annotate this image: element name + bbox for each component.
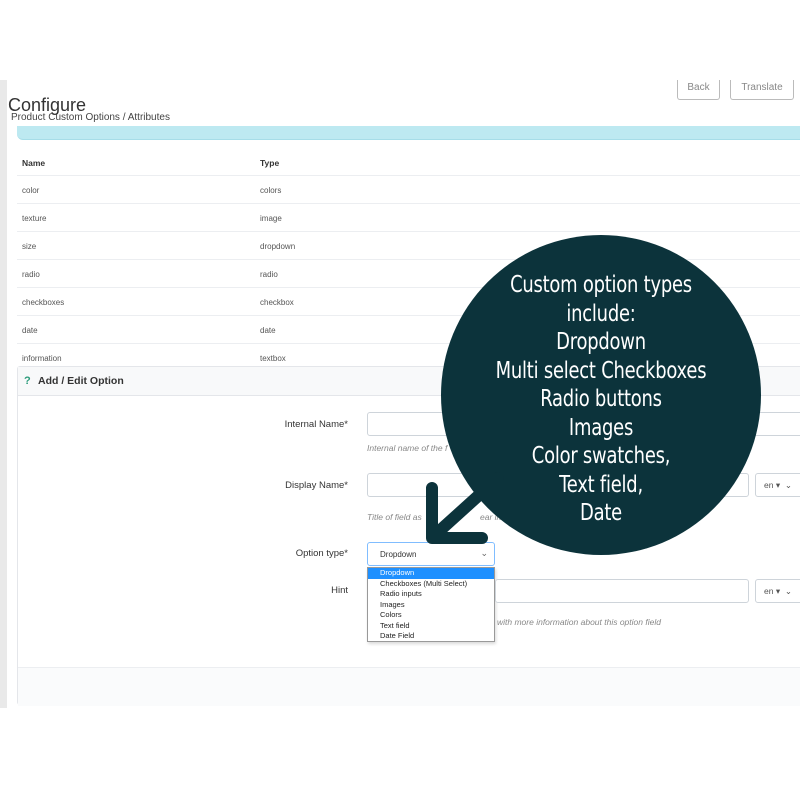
row-type: checkbox (260, 298, 294, 307)
dropdown-option[interactable]: Colors (368, 610, 494, 621)
chevron-down-icon: ▾ ⌄ (773, 480, 792, 490)
callout-line: Radio buttons (540, 386, 662, 412)
dropdown-option[interactable]: Dropdown (368, 568, 494, 579)
option-type-value: Dropdown (380, 550, 417, 559)
table-row[interactable]: color colors (17, 176, 800, 204)
row-name: texture (22, 214, 47, 223)
callout-line: Custom option types (510, 272, 692, 298)
breadcrumb[interactable]: Product Custom Options / Attributes (11, 112, 170, 123)
row-type: radio (260, 270, 278, 279)
left-sidebar-edge (0, 80, 7, 708)
display-name-label: Display Name* (285, 480, 348, 491)
row-type: textbox (260, 354, 286, 363)
dropdown-option[interactable]: Text field (368, 621, 494, 632)
row-name: checkboxes (22, 298, 65, 307)
hint-language-select[interactable]: en ▾ ⌄ (755, 579, 800, 603)
translate-button[interactable]: Translate (730, 80, 794, 100)
hint-input[interactable] (495, 579, 749, 603)
dropdown-option[interactable]: Date Field (368, 631, 494, 642)
dropdown-option[interactable]: Checkboxes (Multi Select) (368, 579, 494, 590)
dropdown-option[interactable]: Radio inputs (368, 589, 494, 600)
internal-name-label: Internal Name* (284, 419, 348, 430)
info-alert-strip (17, 126, 800, 140)
arrow-icon (426, 472, 504, 544)
table-row[interactable]: texture image (17, 204, 800, 232)
panel-footer (18, 667, 800, 706)
dropdown-option[interactable]: Images (368, 600, 494, 611)
column-header-type[interactable]: Type (260, 158, 279, 168)
row-name: radio (22, 270, 40, 279)
chevron-down-icon: ▾ ⌄ (773, 586, 792, 596)
callout-line: include: (566, 300, 636, 327)
row-name: size (22, 242, 37, 251)
hint-help: with more information about this option … (497, 617, 661, 627)
row-name: color (22, 186, 40, 195)
callout-line: Multi select Checkboxes (495, 357, 707, 384)
row-type: colors (260, 186, 282, 195)
back-button[interactable]: Back (677, 80, 720, 100)
display-name-language-select[interactable]: en ▾ ⌄ (755, 473, 800, 497)
hint-label: Hint (331, 585, 348, 596)
row-type: dropdown (260, 242, 296, 251)
table-row[interactable]: size dropdown (17, 232, 800, 260)
table-header-row: Name Type (17, 148, 800, 176)
callout-line: Dropdown (556, 329, 646, 355)
row-type: image (260, 214, 282, 223)
row-name: information (22, 354, 62, 363)
row-type: date (260, 326, 276, 335)
column-header-name[interactable]: Name (22, 158, 45, 168)
option-type-label: Option type* (295, 548, 348, 559)
callout-line: Images (568, 414, 634, 441)
row-name: date (22, 326, 38, 335)
option-type-dropdown-list: Dropdown Checkboxes (Multi Select) Radio… (367, 567, 495, 642)
question-icon: ? (24, 375, 31, 387)
panel-title: Add / Edit Option (38, 375, 124, 387)
